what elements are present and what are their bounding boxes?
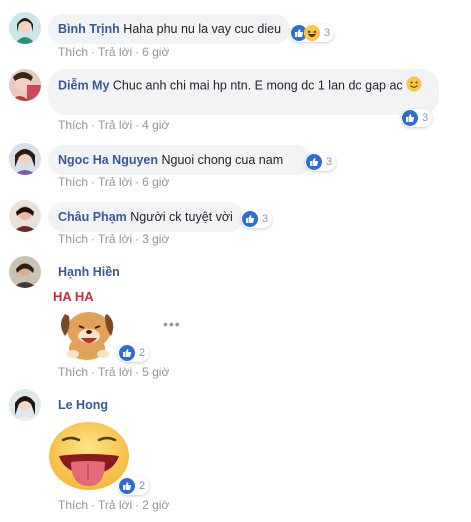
avatar[interactable]: [9, 143, 41, 175]
comment-text: Haha phu nu la vay cuc dieu: [123, 22, 282, 36]
thumbs-up-icon: [119, 478, 135, 494]
comment-time[interactable]: 4 giờ: [142, 118, 169, 132]
comment-actions: Thích · Trả lời · 6 giờ: [58, 45, 170, 59]
reaction-summary[interactable]: 3: [401, 109, 433, 127]
comment-author[interactable]: Bình Trịnh: [58, 22, 120, 36]
like-link[interactable]: Thích: [58, 45, 88, 59]
comment-time[interactable]: 6 giờ: [142, 45, 169, 59]
sticker-text: HA HA: [53, 289, 94, 304]
like-link[interactable]: Thích: [58, 175, 88, 189]
comment-actions: Thích · Trả lời · 2 giờ: [58, 498, 170, 512]
comment-time[interactable]: 6 giờ: [142, 175, 169, 189]
reaction-summary[interactable]: 2: [118, 477, 150, 495]
comment-time[interactable]: 5 giờ: [142, 365, 169, 379]
comment-time[interactable]: 2 giờ: [142, 498, 169, 512]
comment-bubble: Diễm My Chuc anh chi mai hp ntn. E mong …: [48, 69, 439, 115]
reaction-count: 2: [139, 347, 146, 359]
avatar[interactable]: [9, 200, 41, 232]
reply-link[interactable]: Trả lời: [98, 118, 132, 132]
comment-text: Chuc anh chi mai hp ntn. E mong dc 1 lan…: [112, 78, 403, 93]
thumbs-up-icon: [402, 110, 418, 126]
reply-link[interactable]: Trả lời: [98, 175, 132, 189]
avatar[interactable]: [9, 69, 41, 101]
avatar[interactable]: [9, 389, 41, 421]
reaction-count: 3: [422, 112, 429, 124]
reaction-count: 3: [324, 27, 331, 39]
comment-text: Nguoi chong cua nam: [161, 153, 284, 167]
thumbs-up-icon: [306, 154, 322, 170]
comment-text: Người ck tuyệt vời: [130, 210, 233, 224]
reply-link[interactable]: Trả lời: [98, 45, 132, 59]
haha-emoji-icon: [304, 25, 320, 41]
reaction-count: 3: [326, 156, 333, 168]
comment-bubble: Châu Phạm Người ck tuyệt vời: [48, 202, 244, 232]
avatar[interactable]: [9, 256, 41, 288]
comment-time[interactable]: 3 giờ: [142, 232, 169, 246]
thumbs-up-icon: [119, 345, 135, 361]
reaction-count: 3: [262, 213, 269, 225]
comment-bubble: Bình Trịnh Haha phu nu la vay cuc dieu: [48, 14, 290, 44]
comment-bubble: Ngoc Ha Nguyen Nguoi chong cua nam: [48, 145, 312, 175]
reaction-summary[interactable]: 3: [305, 153, 337, 171]
like-link[interactable]: Thích: [58, 232, 88, 246]
comment-actions: Thích · Trả lời · 4 giờ: [58, 118, 170, 132]
comment-author[interactable]: Diễm My: [58, 78, 109, 92]
reply-link[interactable]: Trả lời: [98, 232, 132, 246]
smile-emoji-icon: [406, 76, 422, 96]
comment-author[interactable]: Ngoc Ha Nguyen: [58, 153, 158, 167]
reply-link[interactable]: Trả lời: [98, 498, 132, 512]
avatar[interactable]: [9, 12, 41, 44]
comment-author[interactable]: Hạnh Hiền: [58, 265, 120, 279]
like-link[interactable]: Thích: [58, 498, 88, 512]
reply-link[interactable]: Trả lời: [98, 365, 132, 379]
comment-author[interactable]: Le Hong: [58, 398, 108, 412]
comment-actions: Thích · Trả lời · 6 giờ: [58, 175, 170, 189]
like-link[interactable]: Thích: [58, 118, 88, 132]
reaction-summary[interactable]: 2: [118, 344, 150, 362]
comment-author[interactable]: Châu Phạm: [58, 210, 127, 224]
comment-actions: Thích · Trả lời · 5 giờ: [58, 365, 170, 379]
reaction-summary[interactable]: 3: [290, 24, 335, 42]
comment-actions: Thích · Trả lời · 3 giờ: [58, 232, 170, 246]
more-options-icon[interactable]: •••: [163, 316, 181, 332]
reaction-summary[interactable]: 3: [241, 210, 273, 228]
reaction-count: 2: [139, 480, 146, 492]
like-link[interactable]: Thích: [58, 365, 88, 379]
thumbs-up-icon: [242, 211, 258, 227]
